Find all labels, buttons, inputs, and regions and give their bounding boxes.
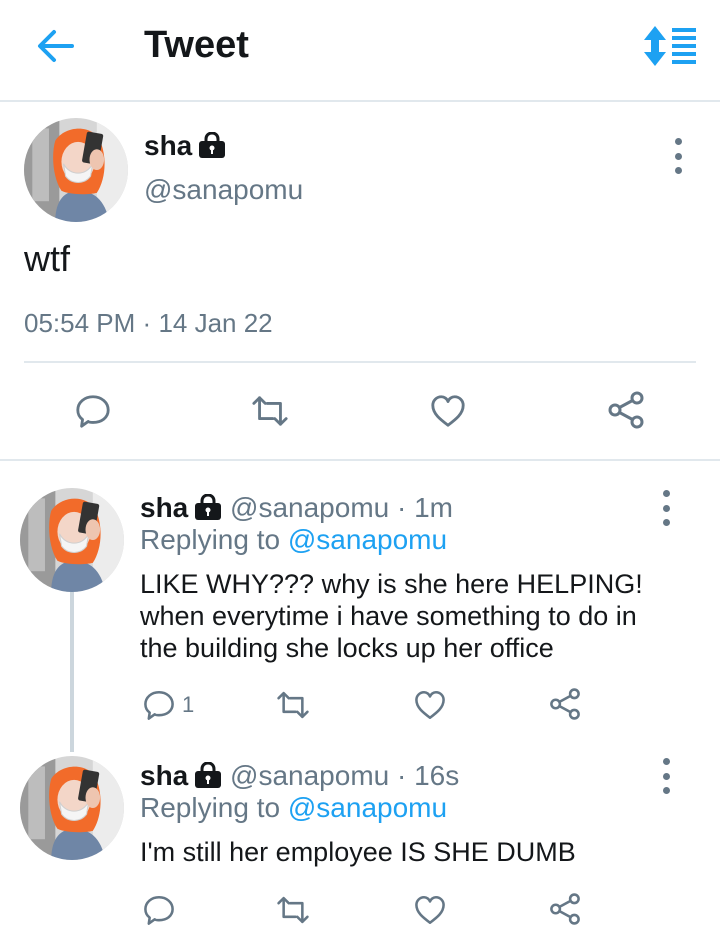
reply-text-line: the building she locks up her office xyxy=(140,633,554,663)
reply-icon xyxy=(142,688,176,722)
section-divider xyxy=(0,459,720,461)
back-button[interactable] xyxy=(34,26,78,66)
more-vertical-icon xyxy=(674,138,682,145)
author-handle[interactable]: @sanapomu xyxy=(144,174,303,206)
share-button[interactable] xyxy=(606,390,646,430)
more-options-button[interactable] xyxy=(656,490,676,526)
tweet-timestamp: 05:54 PM · 14 Jan 22 xyxy=(24,308,273,339)
reply-text-line: LIKE WHY??? why is she here HELPING! xyxy=(140,569,643,599)
share-button[interactable] xyxy=(548,892,582,926)
author-handle[interactable]: @sanapomu xyxy=(230,760,389,791)
timestamp-separator: · xyxy=(142,308,152,338)
reply-text: LIKE WHY??? why is she here HELPING! whe… xyxy=(140,568,643,664)
more-options-button[interactable] xyxy=(656,758,676,794)
top-bar: Tweet xyxy=(0,0,720,102)
display-name: sha xyxy=(144,130,193,161)
more-options-button[interactable] xyxy=(668,138,688,174)
tweet-age: 1m xyxy=(414,492,454,523)
more-vertical-icon xyxy=(662,490,670,497)
tweet-age: 16s xyxy=(414,760,460,791)
reply-button[interactable]: 1 xyxy=(142,688,194,722)
share-icon xyxy=(606,390,646,430)
lock-icon xyxy=(194,762,222,788)
thread-connector xyxy=(70,592,74,752)
more-vertical-icon xyxy=(662,758,670,765)
reply-icon xyxy=(142,893,176,927)
retweet-button[interactable] xyxy=(274,893,312,927)
like-icon xyxy=(428,392,468,430)
like-icon xyxy=(413,688,447,722)
sort-button[interactable] xyxy=(644,24,698,68)
page-title: Tweet xyxy=(144,24,249,66)
replying-to: Replying to @sanapomu xyxy=(140,524,448,555)
reply-text-line: I'm still her employee IS SHE DUMB xyxy=(140,837,576,867)
header-separator: · xyxy=(397,492,407,523)
like-button[interactable] xyxy=(428,392,468,430)
header-separator: · xyxy=(397,760,407,791)
retweet-button[interactable] xyxy=(248,392,292,430)
author-handle[interactable]: @sanapomu xyxy=(230,492,389,523)
reply-count: 1 xyxy=(182,692,195,717)
avatar[interactable] xyxy=(20,488,124,592)
like-icon xyxy=(413,893,447,927)
reply-button[interactable] xyxy=(74,392,112,430)
display-name[interactable]: sha xyxy=(140,760,188,791)
like-button[interactable] xyxy=(413,893,447,927)
arrow-left-icon xyxy=(38,30,74,62)
sort-arrows-icon xyxy=(644,26,696,66)
tweet-date: 14 Jan 22 xyxy=(158,308,273,338)
tweet-time: 05:54 PM xyxy=(24,308,136,338)
divider xyxy=(24,361,696,363)
tweet-text: wtf xyxy=(24,238,71,279)
reply-button[interactable] xyxy=(142,893,176,927)
replying-to-link[interactable]: @sanapomu xyxy=(288,524,447,555)
author-name-row[interactable]: sha xyxy=(144,130,226,162)
retweet-icon xyxy=(274,688,312,722)
reply-text-line: when everytime i have something to do in xyxy=(140,601,637,631)
reply-header: sha @sanapomu · 16s xyxy=(140,760,459,792)
reply-text: I'm still her employee IS SHE DUMB xyxy=(140,836,576,868)
replying-to: Replying to @sanapomu xyxy=(140,792,448,823)
retweet-icon xyxy=(274,893,312,927)
replying-to-link[interactable]: @sanapomu xyxy=(288,792,447,823)
share-button[interactable] xyxy=(548,687,582,721)
share-icon xyxy=(548,687,582,721)
lock-icon xyxy=(198,132,226,158)
share-icon xyxy=(548,892,582,926)
display-name[interactable]: sha xyxy=(140,492,188,523)
avatar[interactable] xyxy=(24,118,128,222)
reply-header: sha @sanapomu · 1m xyxy=(140,492,453,524)
lock-icon xyxy=(194,494,222,520)
retweet-button[interactable] xyxy=(274,688,312,722)
reply-icon xyxy=(74,392,112,430)
avatar[interactable] xyxy=(20,756,124,860)
retweet-icon xyxy=(248,392,292,430)
like-button[interactable] xyxy=(413,688,447,722)
